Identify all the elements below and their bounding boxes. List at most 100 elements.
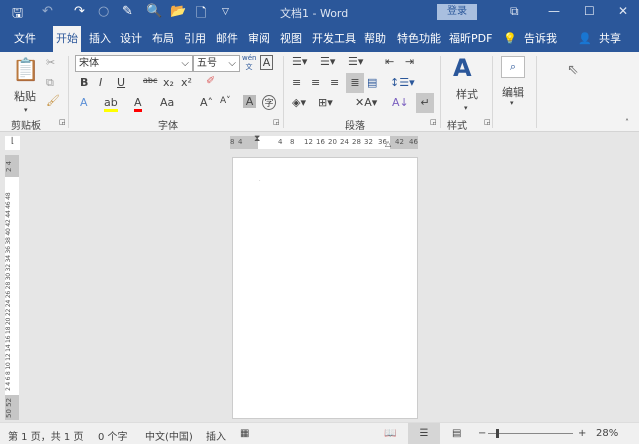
bold-button[interactable]: B: [80, 76, 88, 89]
align-right-button[interactable]: ≡: [330, 76, 339, 89]
web-layout-icon[interactable]: ▤: [452, 428, 461, 439]
search-icon[interactable]: ⌕: [501, 56, 525, 78]
underline-button[interactable]: U: [117, 76, 125, 89]
phonetic-guide-button[interactable]: wén 文: [242, 54, 256, 72]
language[interactable]: 中文(中国): [145, 428, 193, 443]
tab-review[interactable]: 审阅: [245, 26, 273, 52]
tab-insert[interactable]: 插入: [86, 26, 114, 52]
page-count[interactable]: 第 1 页，共 1 页: [8, 428, 83, 443]
justify-button[interactable]: ≣: [346, 73, 364, 93]
decrease-indent-button[interactable]: ⇤: [385, 55, 394, 68]
editing-button[interactable]: 编辑: [502, 84, 524, 100]
subscript-button[interactable]: x₂: [163, 76, 174, 89]
collapse-ribbon-icon[interactable]: ˄: [625, 118, 629, 127]
ribbon-display-icon[interactable]: ⧉: [510, 4, 519, 19]
open-folder-icon[interactable]: 📂: [170, 4, 186, 19]
font-launcher-icon[interactable]: ◲: [273, 118, 280, 126]
increase-indent-button[interactable]: ⇥: [405, 55, 414, 68]
login-button[interactable]: 登录: [437, 4, 477, 20]
close-icon[interactable]: ✕: [618, 4, 628, 18]
tab-special[interactable]: 特色功能: [394, 26, 444, 52]
print-layout-icon[interactable]: ☰: [408, 423, 440, 444]
tab-layout[interactable]: 布局: [149, 26, 177, 52]
shading-button[interactable]: ◈▾: [292, 96, 306, 109]
paste-dropdown-icon[interactable]: ▾: [24, 106, 28, 114]
change-case-button[interactable]: Aa: [160, 96, 174, 109]
document-page[interactable]: ·: [232, 157, 418, 419]
circle-icon[interactable]: ○: [98, 4, 109, 19]
line-spacing-button[interactable]: ↕☰▾: [390, 76, 415, 89]
tell-me-search[interactable]: 告诉我: [521, 26, 560, 52]
borders-button[interactable]: ⊞▾: [318, 96, 333, 109]
horizontal-ruler[interactable]: 8 4 4 8 12 16 20 24 28 32 36 42 46 ⧗ △: [230, 134, 418, 149]
tab-developer[interactable]: 开发工具: [309, 26, 359, 52]
tab-mailings[interactable]: 邮件: [213, 26, 241, 52]
clear-formatting-icon[interactable]: ✐: [206, 74, 215, 87]
font-color-button[interactable]: A: [134, 96, 142, 112]
tab-help[interactable]: 帮助: [361, 26, 389, 52]
undo-icon[interactable]: ↶: [42, 4, 53, 19]
zoom-level[interactable]: 28%: [596, 428, 618, 439]
styles-icon[interactable]: A: [453, 54, 472, 82]
tab-references[interactable]: 引用: [181, 26, 209, 52]
maximize-icon[interactable]: ☐: [584, 4, 595, 18]
format-painter-icon[interactable]: 🖌: [46, 94, 60, 107]
tab-home[interactable]: 开始: [53, 26, 81, 52]
sort-button[interactable]: A↓: [392, 96, 409, 109]
styles-button[interactable]: 样式: [456, 86, 478, 102]
superscript-button[interactable]: x²: [181, 76, 192, 89]
share-button[interactable]: 共享: [596, 26, 624, 52]
new-document-icon[interactable]: 🗋: [196, 4, 206, 26]
tab-file[interactable]: 文件: [11, 26, 39, 52]
align-left-button[interactable]: ≡: [292, 76, 301, 89]
zoom-in-button[interactable]: +: [578, 428, 586, 439]
italic-button[interactable]: I: [99, 76, 102, 89]
character-border-icon[interactable]: A: [260, 55, 273, 70]
enclose-characters-button[interactable]: 字: [262, 95, 276, 110]
grow-font-button[interactable]: A˄: [200, 96, 213, 109]
insert-mode[interactable]: 插入: [206, 428, 226, 443]
paste-button[interactable]: 粘贴: [14, 88, 36, 104]
tab-selector-icon[interactable]: ⌊: [5, 136, 20, 150]
macro-record-icon[interactable]: ▦: [240, 428, 249, 439]
zoom-out-button[interactable]: −: [478, 428, 486, 439]
character-shading-button[interactable]: A: [243, 95, 256, 108]
editing-dropdown-icon[interactable]: ▾: [510, 99, 514, 107]
asian-layout-button[interactable]: ✕A▾: [355, 96, 377, 109]
font-size-select[interactable]: 五号 ⌵: [193, 55, 240, 72]
strikethrough-button[interactable]: abc: [143, 76, 157, 85]
styles-launcher-icon[interactable]: ◲: [484, 118, 491, 126]
redo-icon[interactable]: ↷: [74, 4, 85, 19]
minimize-icon[interactable]: —: [548, 4, 560, 18]
bullets-button[interactable]: ☰▾: [292, 55, 307, 68]
right-indent-marker-icon[interactable]: △: [385, 139, 391, 148]
cut-icon[interactable]: ✂: [46, 56, 55, 69]
highlight-color-button[interactable]: ab: [104, 96, 118, 112]
paragraph-launcher-icon[interactable]: ◲: [430, 118, 437, 126]
customize-qat-icon[interactable]: ▽: [222, 7, 229, 17]
text-effects-button[interactable]: A: [80, 96, 88, 109]
clipboard-launcher-icon[interactable]: ◲: [59, 118, 66, 126]
numbering-button[interactable]: ☰▾: [320, 55, 335, 68]
edit-icon[interactable]: ✎: [122, 4, 133, 19]
zoom-slider-thumb[interactable]: [495, 429, 499, 438]
styles-dropdown-icon[interactable]: ▾: [464, 104, 468, 112]
shrink-font-button[interactable]: A˅: [220, 96, 231, 106]
read-mode-icon[interactable]: 📖: [384, 428, 396, 439]
tab-design[interactable]: 设计: [117, 26, 145, 52]
indent-marker-icon[interactable]: ⧗: [254, 134, 260, 144]
align-center-button[interactable]: ≡: [311, 76, 320, 89]
multilevel-list-button[interactable]: ☰▾: [348, 55, 363, 68]
tab-foxit-pdf[interactable]: 福昕PDF: [446, 26, 495, 52]
vertical-ruler[interactable]: 2 4 2 4 6 8 10 12 14 16 18 20 22 24 26 2…: [5, 155, 19, 420]
copy-icon[interactable]: ⧉: [46, 76, 54, 90]
word-count[interactable]: 0 个字: [98, 428, 128, 443]
font-name-select[interactable]: 宋体 ⌵: [75, 55, 193, 72]
zoom-slider[interactable]: [488, 429, 573, 438]
save-icon[interactable]: 🖫: [12, 4, 23, 26]
tab-view[interactable]: 视图: [277, 26, 305, 52]
distributed-button[interactable]: ▤: [367, 76, 377, 89]
share-icon[interactable]: 👤: [575, 26, 595, 52]
paste-icon[interactable]: 📋: [12, 58, 39, 83]
show-marks-button[interactable]: ↵: [416, 93, 434, 113]
